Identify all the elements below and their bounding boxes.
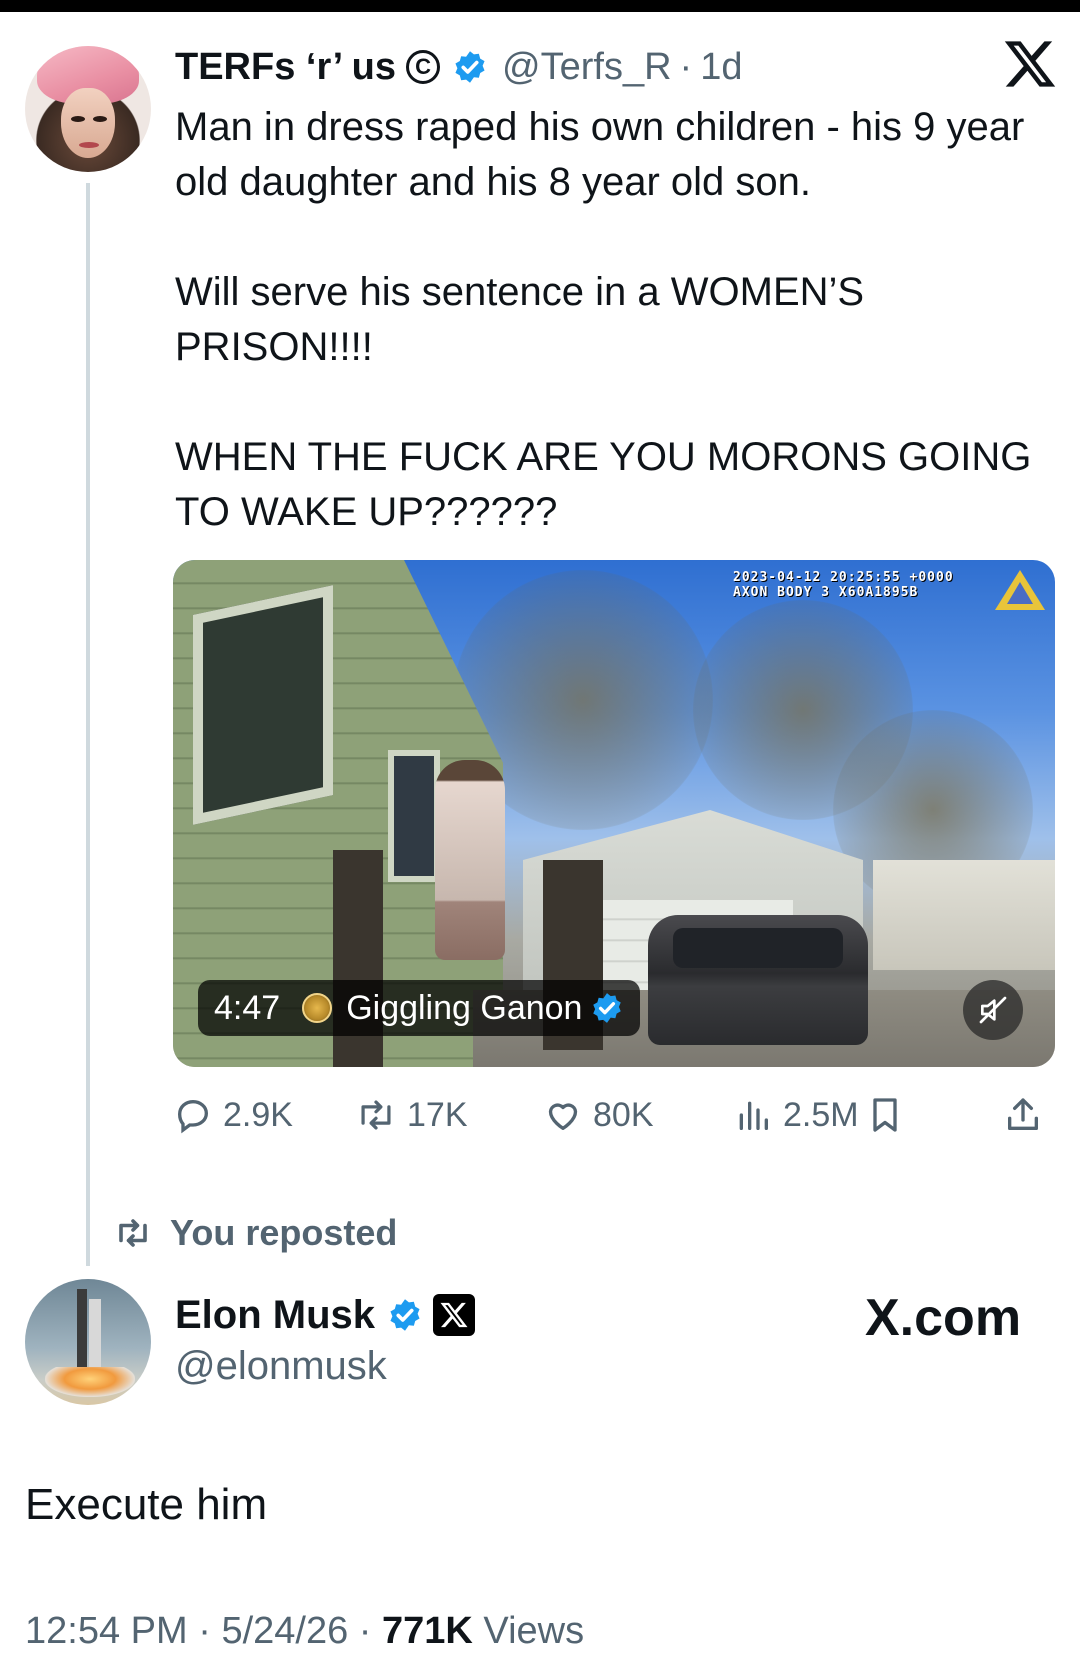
reply-count: 2.9K [223,1095,293,1134]
x-affiliate-badge [433,1294,476,1336]
mute-button[interactable] [963,980,1023,1040]
quote-tweet-meta: 12:54 PM · 5/24/26 · 771K Views [25,1610,584,1653]
meta-separator: · [198,1610,211,1652]
share-button[interactable] [1003,1090,1053,1140]
tweet-paragraph: Will serve his sentence in a WOMEN’S PRI… [175,270,865,369]
original-author-avatar[interactable] [25,46,151,172]
tweet-paragraph: WHEN THE FUCK ARE YOU MORONS GOING TO WA… [175,435,1032,534]
repost-icon [361,1100,391,1130]
verified-check-icon [455,51,485,83]
thread-connector-line [86,183,90,1266]
bodycam-timestamp: 2023-04-12 20:25:55 +0000 AXON BODY 3 X6… [733,570,954,600]
tweet-age[interactable]: 1d [700,46,742,89]
circle-c-badge: C [406,50,441,84]
original-tweet-text: Man in dress raped his own children - hi… [175,100,1055,595]
x-logo-icon [440,1302,468,1328]
timestamp-line: AXON BODY 3 X60A1895B [733,585,919,600]
muted-speaker-icon [979,996,1007,1024]
post-date[interactable]: 5/24/26 [221,1610,348,1652]
video-duration-pill: 4:47 Giggling Ganon [198,980,641,1036]
repost-button[interactable]: 17K [355,1090,468,1140]
heart-icon [548,1103,578,1130]
tweet-paragraph: Man in dress raped his own children - hi… [175,105,1025,204]
timestamp-line: 2023-04-12 20:25:55 +0000 [733,570,954,585]
repost-banner-label: You reposted [170,1212,398,1253]
views-button[interactable]: 2.5M [733,1090,859,1140]
quote-author-avatar[interactable] [25,1279,151,1405]
xcom-brand-text: X.com [865,1289,1022,1347]
gold-badge-icon [302,993,333,1023]
house-window [388,750,440,882]
car-window [673,928,843,968]
like-count: 80K [593,1095,654,1134]
person-figure [435,760,505,960]
bar-chart-icon [739,1101,768,1130]
avatar-eye-right [93,116,107,122]
quote-author-handle[interactable]: @elonmusk [175,1344,387,1389]
repost-banner: You reposted [112,1210,397,1256]
original-author-name[interactable]: TERFs ‘r’ us [175,46,396,89]
video-duration: 4:47 [214,988,281,1027]
like-button[interactable]: 80K [543,1090,654,1140]
tweet-video[interactable]: 2023-04-12 20:25:55 +0000 AXON BODY 3 X6… [173,560,1055,1067]
original-tweet-header: TERFs ‘r’ us C @Terfs_R · 1d [175,42,742,92]
post-views-count[interactable]: 771K [382,1610,473,1652]
top-status-bar [0,0,1080,12]
meta-separator: · [358,1610,372,1652]
header-separator: · [679,45,693,88]
bookmark-icon [873,1098,897,1132]
xcom-brand: X.com [865,1288,1021,1348]
post-time[interactable]: 12:54 PM [25,1610,188,1652]
video-source-name[interactable]: Giggling Ganon [346,989,582,1028]
reply-icon [177,1099,209,1134]
axon-logo-icon [995,570,1045,610]
reply-button[interactable]: 2.9K [173,1090,293,1140]
x-logo-icon [1004,41,1056,87]
share-icon [1008,1098,1038,1130]
quote-tweet-header: Elon Musk [175,1290,476,1340]
shed [873,860,1055,970]
house-window [193,585,333,825]
bookmark-button[interactable] [865,1090,915,1140]
repost-icon [119,1219,147,1247]
rocket-plume [45,1367,135,1397]
avatar-eye-left [71,116,85,122]
quote-author-name[interactable]: Elon Musk [175,1293,375,1338]
launch-tower [77,1289,87,1379]
rocket [89,1299,101,1377]
post-views-label: Views [483,1610,585,1652]
repost-count: 17K [407,1095,468,1134]
view-count: 2.5M [783,1095,859,1134]
verified-check-icon [593,993,622,1023]
original-author-handle[interactable]: @Terfs_R [502,46,672,89]
avatar-lips [79,142,99,148]
quote-tweet-text: Execute him [25,1480,268,1529]
verified-check-icon [390,1299,420,1331]
tweet-action-bar: 2.9K 17K 80K 2.5M [173,1090,1055,1140]
